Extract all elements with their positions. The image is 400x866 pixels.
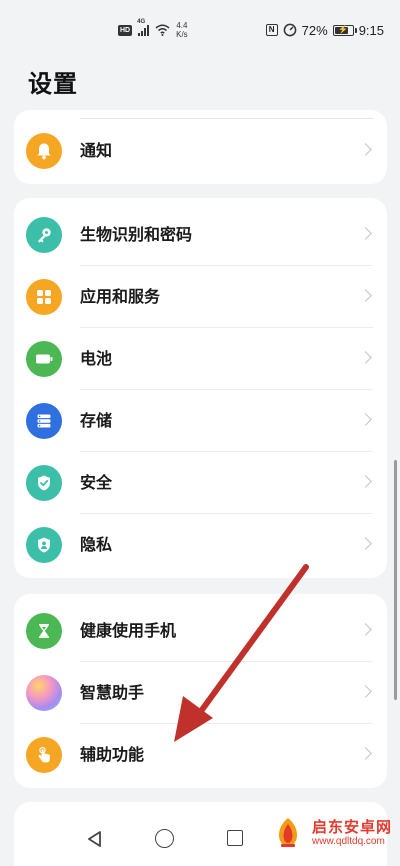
bell-icon bbox=[26, 133, 62, 169]
settings-item-label: 智慧助手 bbox=[80, 683, 145, 702]
settings-item-label: 通知 bbox=[80, 141, 113, 160]
clock-time: 9:15 bbox=[358, 22, 384, 38]
chevron-right-icon bbox=[359, 623, 372, 636]
cellular-signal-icon: 4G bbox=[137, 19, 150, 36]
settings-item-apps-services[interactable]: 应用和服务 bbox=[14, 266, 387, 328]
chevron-right-icon bbox=[359, 413, 372, 426]
chevron-right-icon bbox=[359, 747, 372, 760]
settings-item-accessibility[interactable]: 辅助功能 bbox=[14, 724, 387, 786]
watermark-url: www.qdltdq.com bbox=[312, 835, 385, 847]
watermark-logo-icon bbox=[268, 813, 308, 853]
page-title: 设置 bbox=[28, 70, 78, 98]
chevron-right-icon bbox=[359, 289, 372, 302]
divider bbox=[80, 118, 373, 119]
settings-group-system: 生物识别和密码 应用和服务 电池 存储 安全 隐私 bbox=[14, 198, 387, 578]
shield-check-icon bbox=[26, 465, 62, 501]
home-circle-icon[interactable] bbox=[155, 829, 174, 848]
chevron-right-icon bbox=[359, 537, 372, 550]
chevron-right-icon bbox=[359, 351, 372, 364]
settings-group-wellbeing: 健康使用手机 智慧助手 辅助功能 bbox=[14, 594, 387, 788]
speed-unit: K/s bbox=[176, 30, 188, 39]
settings-item-label: 生物识别和密码 bbox=[80, 225, 193, 244]
settings-item-label: 应用和服务 bbox=[80, 287, 161, 306]
hd-badge: HD bbox=[118, 24, 133, 36]
watermark: 启东安卓网 www.qdltdq.com bbox=[268, 806, 396, 860]
watermark-text: 启东安卓网 www.qdltdq.com bbox=[312, 819, 392, 847]
settings-item-label: 电池 bbox=[80, 349, 113, 368]
settings-item-battery[interactable]: 电池 bbox=[14, 328, 387, 390]
settings-item-label: 安全 bbox=[80, 473, 113, 492]
network-speed: 4.4 K/s bbox=[176, 21, 188, 39]
settings-item-notifications[interactable]: 通知 bbox=[14, 120, 387, 182]
chevron-right-icon bbox=[359, 685, 372, 698]
speedometer-icon bbox=[283, 23, 297, 37]
settings-item-label: 隐私 bbox=[80, 535, 113, 554]
battery-icon bbox=[26, 341, 62, 377]
settings-item-privacy[interactable]: 隐私 bbox=[14, 514, 387, 576]
storage-icon bbox=[26, 403, 62, 439]
settings-item-security[interactable]: 安全 bbox=[14, 452, 387, 514]
battery-percent: 72% bbox=[301, 22, 328, 38]
status-right: N 72% ⚡ 9:15 bbox=[265, 19, 384, 41]
wifi-icon bbox=[155, 24, 170, 36]
settings-group-notifications: 通知 bbox=[14, 110, 387, 184]
settings-item-smart-assistant[interactable]: 智慧助手 bbox=[14, 662, 387, 724]
back-triangle-icon[interactable] bbox=[86, 830, 104, 848]
privacy-shield-icon bbox=[26, 527, 62, 563]
status-bar: HD 4G 4.4 K/s N 72% ⚡ 9:15 bbox=[0, 0, 400, 58]
chevron-right-icon bbox=[359, 475, 372, 488]
scrollbar[interactable] bbox=[394, 460, 397, 700]
settings-item-storage[interactable]: 存储 bbox=[14, 390, 387, 452]
battery-icon: ⚡ bbox=[332, 24, 357, 36]
settings-item-biometrics-password[interactable]: 生物识别和密码 bbox=[14, 204, 387, 266]
hourglass-icon bbox=[26, 613, 62, 649]
status-left: HD 4G 4.4 K/s bbox=[118, 19, 188, 40]
network-type: 4G bbox=[137, 19, 146, 25]
key-icon bbox=[26, 217, 62, 253]
settings-item-label: 存储 bbox=[80, 411, 113, 430]
settings-item-digital-balance[interactable]: 健康使用手机 bbox=[14, 600, 387, 662]
hand-touch-icon bbox=[26, 737, 62, 773]
settings-item-label: 健康使用手机 bbox=[80, 621, 177, 640]
apps-grid-icon bbox=[26, 279, 62, 315]
assistant-orb-icon bbox=[26, 675, 62, 711]
speed-value: 4.4 bbox=[176, 21, 188, 30]
chevron-right-icon bbox=[359, 227, 372, 240]
settings-item-label: 辅助功能 bbox=[80, 745, 145, 764]
chevron-right-icon bbox=[359, 143, 372, 156]
watermark-name: 启东安卓网 bbox=[312, 818, 393, 837]
nfc-icon: N bbox=[265, 24, 278, 36]
recents-square-icon[interactable] bbox=[227, 830, 243, 846]
